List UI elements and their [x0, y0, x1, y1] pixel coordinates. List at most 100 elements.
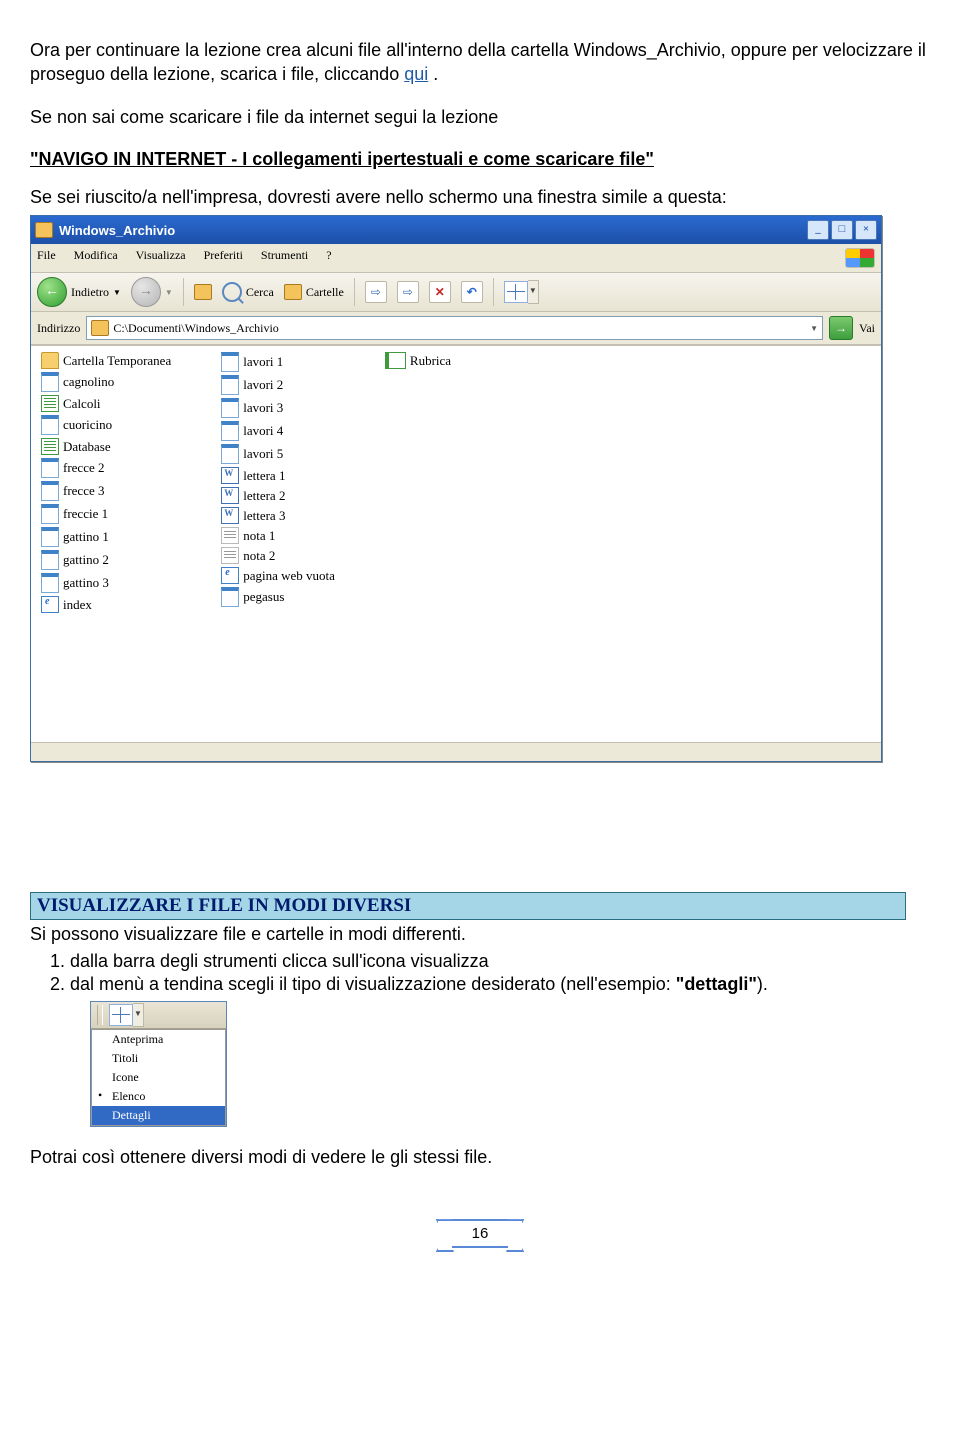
views-dropdown-menu: Anteprima Titoli Icone Elenco Dettagli: [91, 1029, 226, 1126]
step-1: dalla barra degli strumenti clicca sull'…: [70, 951, 930, 972]
copy-to-icon[interactable]: ⇨: [397, 281, 419, 303]
views-grid-icon: [504, 281, 528, 303]
file-item[interactable]: lavori 1: [221, 352, 335, 372]
file-item[interactable]: cuoricino: [41, 415, 171, 435]
views-menu-screenshot: ▼ Anteprima Titoli Icone Elenco Dettagli: [90, 1001, 227, 1127]
img-icon: [41, 458, 59, 478]
views-grid-icon: [109, 1004, 133, 1026]
move-to-icon[interactable]: ⇨: [365, 281, 387, 303]
img-icon: [221, 375, 239, 395]
back-button[interactable]: ← Indietro ▼: [37, 277, 121, 307]
img-icon: [41, 573, 59, 593]
explorer-window: Windows_Archivio _ □ × File Modifica Vis…: [30, 215, 882, 762]
address-label: Indirizzo: [37, 321, 80, 336]
file-item[interactable]: lettera 1: [221, 467, 335, 484]
file-item[interactable]: nota 2: [221, 547, 335, 564]
file-item[interactable]: index: [41, 596, 171, 613]
undo-icon[interactable]: ↶: [461, 281, 483, 303]
forward-arrow-icon: →: [131, 277, 161, 307]
file-label: Calcoli: [63, 396, 101, 412]
menu-file[interactable]: File: [37, 248, 56, 268]
file-item[interactable]: freccie 1: [41, 504, 171, 524]
file-item[interactable]: frecce 2: [41, 458, 171, 478]
file-item[interactable]: frecce 3: [41, 481, 171, 501]
window-title: Windows_Archivio: [59, 223, 175, 238]
file-item[interactable]: lettera 3: [221, 507, 335, 524]
view-icone[interactable]: Icone: [92, 1068, 225, 1087]
file-item[interactable]: nota 1: [221, 527, 335, 544]
titlebar[interactable]: Windows_Archivio _ □ ×: [31, 216, 881, 244]
file-item[interactable]: pegasus: [221, 587, 335, 607]
steps-list: dalla barra degli strumenti clicca sull'…: [70, 951, 930, 995]
file-item[interactable]: gattino 1: [41, 527, 171, 547]
file-item[interactable]: lettera 2: [221, 487, 335, 504]
file-pane[interactable]: Cartella Temporanea cagnolino Calcoli cuori…: [31, 345, 881, 742]
file-item[interactable]: lavori 5: [221, 444, 335, 464]
file-item[interactable]: lavori 2: [221, 375, 335, 395]
page-number: 16: [452, 1219, 509, 1248]
file-label: lavori 2: [243, 377, 283, 393]
up-folder-icon: [194, 284, 212, 300]
minimize-button[interactable]: _: [807, 220, 829, 240]
file-item[interactable]: cagnolino: [41, 372, 171, 392]
intro-p3: Se sei riuscito/a nell'impresa, dovresti…: [30, 185, 930, 209]
up-button[interactable]: [194, 284, 212, 300]
views-dropdown-icon[interactable]: ▼: [133, 1003, 144, 1027]
windows-flag-icon: [845, 248, 875, 268]
go-button[interactable]: →: [829, 316, 853, 340]
view-titoli[interactable]: Titoli: [92, 1049, 225, 1068]
views-button[interactable]: ▼: [504, 280, 539, 304]
file-item[interactable]: Cartella Temporanea: [41, 352, 171, 369]
menu-modifica[interactable]: Modifica: [74, 248, 118, 268]
img-icon: [41, 527, 59, 547]
file-label: frecce 2: [63, 460, 105, 476]
file-label: gattino 3: [63, 575, 109, 591]
maximize-button[interactable]: □: [831, 220, 853, 240]
img-icon: [221, 444, 239, 464]
file-item[interactable]: gattino 3: [41, 573, 171, 593]
view-elenco[interactable]: Elenco: [92, 1087, 225, 1106]
status-bar: [31, 742, 881, 761]
address-input[interactable]: C:\Documenti\Windows_Archivio ▼: [86, 316, 823, 340]
file-label: frecce 3: [63, 483, 105, 499]
file-label: lettera 1: [243, 468, 285, 484]
menu-help[interactable]: ?: [326, 248, 331, 268]
file-label: lavori 1: [243, 354, 283, 370]
go-label: Vai: [859, 321, 875, 336]
menu-visualizza[interactable]: Visualizza: [136, 248, 186, 268]
file-item[interactable]: lavori 4: [221, 421, 335, 441]
file-item[interactable]: Calcoli: [41, 395, 171, 412]
file-label: Rubrica: [410, 353, 451, 369]
folders-button[interactable]: Cartelle: [284, 284, 344, 300]
intro-p1: Ora per continuare la lezione crea alcun…: [30, 38, 930, 87]
search-button[interactable]: Cerca: [222, 282, 274, 302]
menubar: File Modifica Visualizza Preferiti Strum…: [31, 244, 881, 273]
back-arrow-icon: ←: [37, 277, 67, 307]
img-icon: [221, 352, 239, 372]
img-icon: [221, 398, 239, 418]
file-item[interactable]: Database: [41, 438, 171, 455]
address-folder-icon: [91, 320, 109, 336]
file-item[interactable]: pagina web vuota: [221, 567, 335, 584]
menu-strumenti[interactable]: Strumenti: [261, 248, 308, 268]
views-dropdown-icon[interactable]: ▼: [528, 280, 539, 304]
file-label: Database: [63, 439, 111, 455]
file-item[interactable]: lavori 3: [221, 398, 335, 418]
views-button-small[interactable]: ▼: [109, 1003, 144, 1027]
doc-icon: [221, 507, 239, 524]
close-button[interactable]: ×: [855, 220, 877, 240]
link-qui[interactable]: qui: [404, 64, 428, 84]
forward-button[interactable]: → ▼: [131, 277, 173, 307]
view-dettagli[interactable]: Dettagli: [92, 1106, 225, 1125]
file-item[interactable]: Rubrica: [385, 352, 451, 369]
view-anteprima[interactable]: Anteprima: [92, 1030, 225, 1049]
img-icon: [41, 550, 59, 570]
after-text: Potrai così ottenere diversi modi di ved…: [30, 1145, 930, 1169]
step-2: dal menù a tendina scegli il tipo di vis…: [70, 974, 930, 995]
file-item[interactable]: gattino 2: [41, 550, 171, 570]
img-icon: [41, 372, 59, 392]
menu-preferiti[interactable]: Preferiti: [204, 248, 243, 268]
address-bar: Indirizzo C:\Documenti\Windows_Archivio …: [31, 312, 881, 345]
delete-icon[interactable]: ✕: [429, 281, 451, 303]
img-icon: [41, 415, 59, 435]
